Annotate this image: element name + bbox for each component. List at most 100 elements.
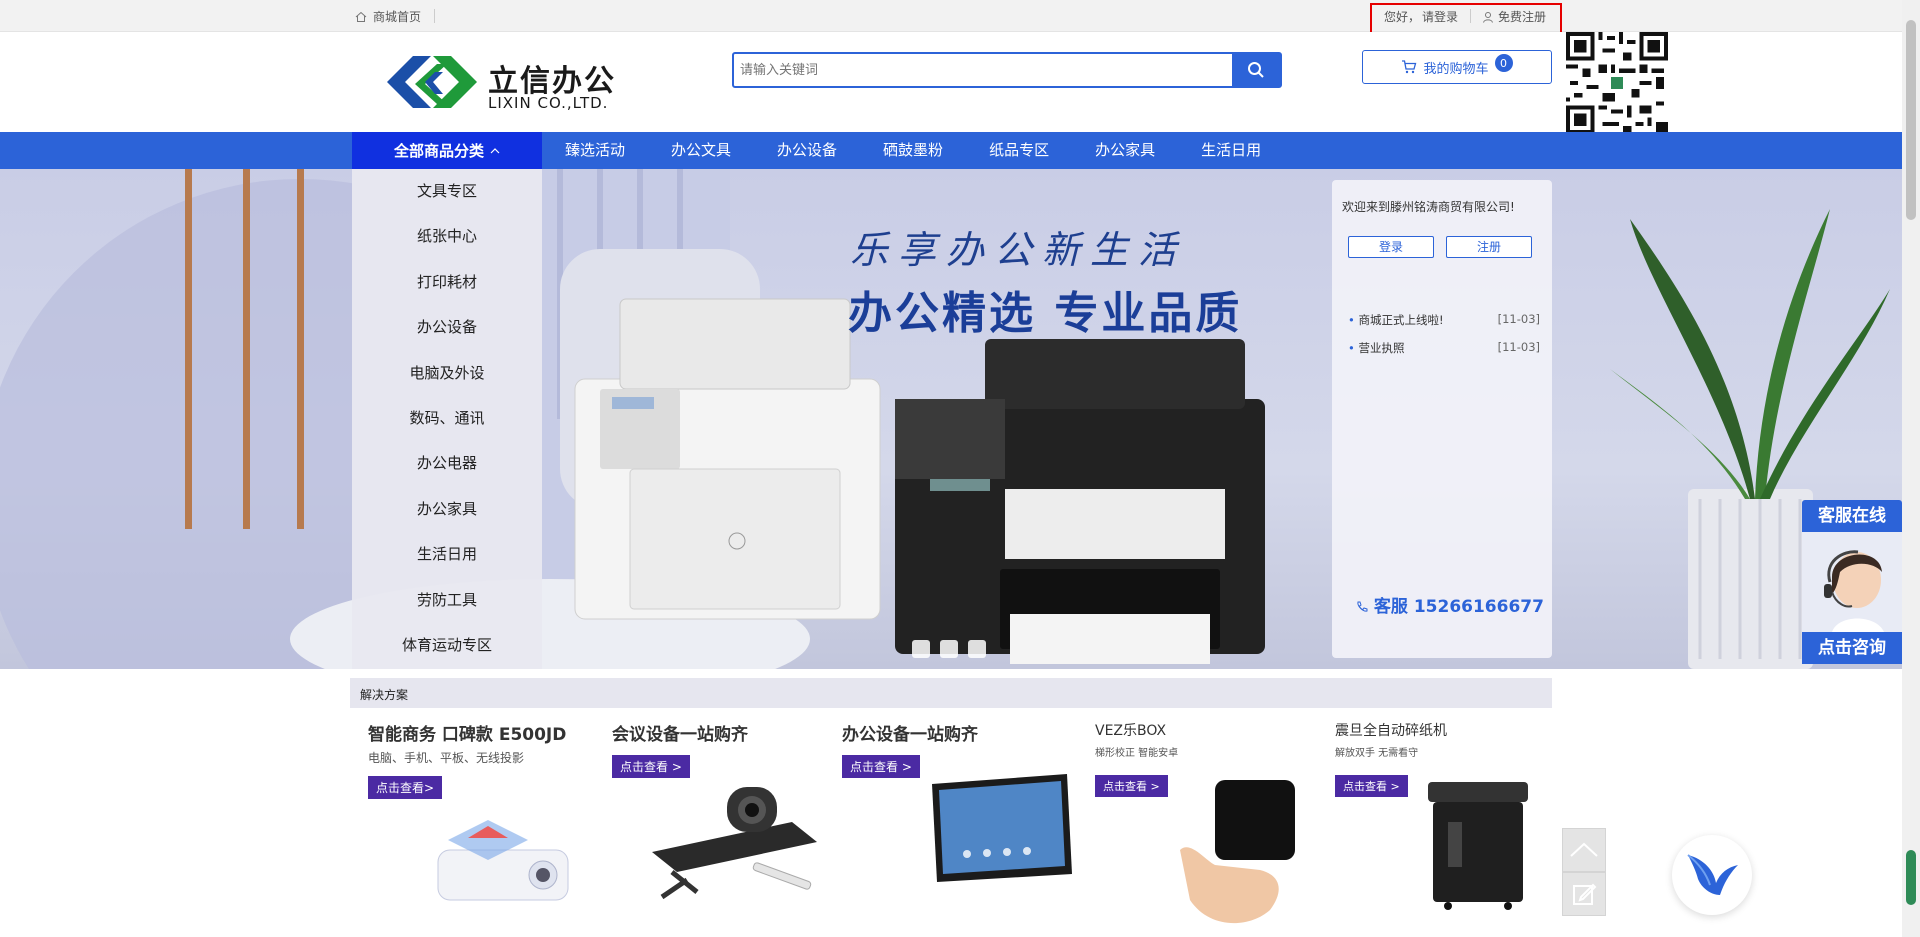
scrollbar-indicator — [1906, 850, 1916, 905]
shredder-image — [1428, 782, 1528, 910]
category-item[interactable]: 劳防工具 — [352, 578, 542, 623]
register-link-label: 免费注册 — [1498, 10, 1547, 24]
cart-icon — [1402, 60, 1417, 74]
category-item[interactable]: 办公家具 — [352, 487, 542, 532]
search-bar — [732, 52, 1282, 88]
projector-image — [437, 820, 569, 901]
agent-avatar-icon — [1824, 550, 1884, 632]
nav-item[interactable]: 臻选活动 — [542, 132, 648, 169]
service-title: 客服在线 — [1802, 500, 1902, 532]
nav-item[interactable]: 办公家具 — [1072, 132, 1178, 169]
service-avatar — [1802, 532, 1902, 632]
all-categories-button[interactable]: 全部商品分类 — [352, 132, 542, 169]
search-icon — [1248, 62, 1264, 78]
product-card[interactable]: 智能商务 口碑款 E500JD 电脑、手机、平板、无线投影 点击查看> — [368, 720, 578, 930]
search-button[interactable] — [1232, 54, 1280, 86]
feedback-button[interactable] — [1562, 872, 1606, 916]
news-title: 营业执照 — [1358, 341, 1405, 355]
product-subtitle: 解放双手 无需看守 — [1335, 748, 1419, 759]
product-subtitle: 梯形校正 智能安卓 — [1095, 748, 1179, 759]
solutions-section-header: 解决方案 — [350, 678, 1552, 708]
product-card[interactable]: 会议设备一站购齐 点击查看 > — [612, 720, 832, 930]
chevron-up-icon — [490, 147, 500, 153]
product-title: VEZ乐BOX — [1095, 723, 1167, 739]
product-view-button[interactable]: 点击查看 > — [1095, 775, 1168, 797]
login-link[interactable]: 请登录 — [1422, 8, 1458, 25]
qr-code-icon — [1566, 32, 1668, 134]
category-item[interactable]: 数码、通讯 — [352, 396, 542, 441]
hero-banner[interactable]: 乐享办公新生活 办公精选 专业品质 — [0, 169, 1902, 669]
header: 立信办公 LIXIN CO.,LTD. 我的购物车 0 — [0, 32, 1902, 134]
panel-register-button[interactable]: 注册 — [1446, 236, 1532, 258]
product-title: 智能商务 口碑款 E500JD — [368, 725, 567, 745]
category-item[interactable]: 体育运动专区 — [352, 623, 542, 668]
product-card[interactable]: 震旦全自动碎纸机 解放双手 无需看守 点击查看 > — [1335, 720, 1545, 930]
customer-service-phone: 客服 15266166677 — [1356, 592, 1544, 617]
home-link-label: 商城首页 — [373, 10, 422, 24]
smart-board-image — [932, 774, 1072, 882]
user-icon — [1483, 11, 1493, 23]
register-link[interactable]: 免费注册 — [1482, 8, 1546, 25]
solutions-title: 解决方案 — [360, 688, 409, 702]
bird-icon — [1687, 854, 1738, 895]
product-view-button[interactable]: 点击查看> — [368, 776, 443, 799]
cart-button[interactable]: 我的购物车 0 — [1362, 50, 1552, 84]
news-item[interactable]: • 商城正式上线啦! [11-03] — [1348, 312, 1540, 328]
category-item[interactable]: 生活日用 — [352, 532, 542, 577]
search-input[interactable] — [736, 54, 1232, 86]
phone-icon — [1357, 601, 1368, 612]
logo-mark-icon — [387, 56, 477, 108]
nav-item[interactable]: 生活日用 — [1178, 132, 1284, 169]
assistant-bubble[interactable] — [1672, 835, 1752, 915]
nav-item[interactable]: 纸品专区 — [966, 132, 1072, 169]
top-bar: 商城首页 您好， 请登录 免费注册 — [0, 0, 1902, 47]
scrollbar-thumb[interactable] — [1906, 20, 1916, 220]
page-scrollbar[interactable] — [1902, 0, 1920, 937]
chevron-up-icon — [1570, 842, 1598, 857]
logo-english-name: LIXIN CO.,LTD. — [488, 94, 609, 112]
nav-item[interactable]: 硒鼓墨粉 — [860, 132, 966, 169]
category-item[interactable]: 纸张中心 — [352, 214, 542, 259]
home-link[interactable]: 商城首页 — [355, 8, 421, 25]
vez-box-hand-image — [1180, 780, 1295, 924]
online-service-widget[interactable]: 客服在线 点击咨询 — [1802, 500, 1902, 666]
main-nav: 全部商品分类 臻选活动 办公文具 办公设备 硒鼓墨粉 纸品专区 办公家具 生活日… — [0, 132, 1902, 169]
category-item[interactable]: 文具专区 — [352, 169, 542, 214]
product-card[interactable]: 办公设备一站购齐 点击查看 > — [842, 720, 1072, 930]
banner-slogan: 乐享办公新生活 — [850, 228, 1187, 272]
logo[interactable]: 立信办公 LIXIN CO.,LTD. — [385, 52, 625, 112]
product-title: 会议设备一站购齐 — [612, 725, 748, 745]
nav-item[interactable]: 办公文具 — [648, 132, 754, 169]
back-to-top-button[interactable] — [1562, 828, 1606, 872]
greeting-text: 您好， — [1384, 10, 1421, 24]
product-card[interactable]: VEZ乐BOX 梯形校正 智能安卓 点击查看 > — [1095, 720, 1305, 930]
divider — [1470, 9, 1471, 23]
category-item[interactable]: 打印耗材 — [352, 260, 542, 305]
conference-camera-image — [652, 787, 817, 900]
floating-tools — [1562, 828, 1606, 916]
category-item[interactable]: 办公电器 — [352, 441, 542, 486]
cart-count-badge: 0 — [1494, 54, 1513, 72]
category-item[interactable]: 办公设备 — [352, 305, 542, 350]
news-title: 商城正式上线啦! — [1358, 313, 1444, 327]
divider — [434, 9, 435, 23]
product-subtitle: 电脑、手机、平板、无线投影 — [368, 751, 525, 765]
service-consult-button[interactable]: 点击咨询 — [1802, 632, 1902, 664]
product-view-button[interactable]: 点击查看 > — [842, 755, 920, 778]
panel-login-button[interactable]: 登录 — [1348, 236, 1434, 258]
product-view-button[interactable]: 点击查看 > — [1335, 775, 1408, 797]
news-date: [11-03] — [1497, 312, 1540, 326]
category-menu: 文具专区 纸张中心 打印耗材 办公设备 电脑及外设 数码、通讯 办公电器 办公家… — [352, 169, 542, 669]
edit-icon — [1573, 883, 1597, 905]
category-item[interactable]: 电脑及外设 — [352, 351, 542, 396]
news-item[interactable]: • 营业执照 [11-03] — [1348, 340, 1540, 356]
all-categories-label: 全部商品分类 — [393, 142, 484, 160]
banner-headline: 办公精选 专业品质 — [848, 288, 1243, 339]
welcome-text: 欢迎来到滕州铭涛商贸有限公司! — [1342, 200, 1515, 214]
home-icon — [355, 11, 367, 22]
cart-label: 我的购物车 — [1423, 61, 1489, 77]
product-title: 震旦全自动碎纸机 — [1335, 723, 1447, 739]
nav-item[interactable]: 办公设备 — [754, 132, 860, 169]
nav-items: 臻选活动 办公文具 办公设备 硒鼓墨粉 纸品专区 办公家具 生活日用 — [542, 132, 1284, 169]
product-title: 办公设备一站购齐 — [842, 725, 978, 745]
